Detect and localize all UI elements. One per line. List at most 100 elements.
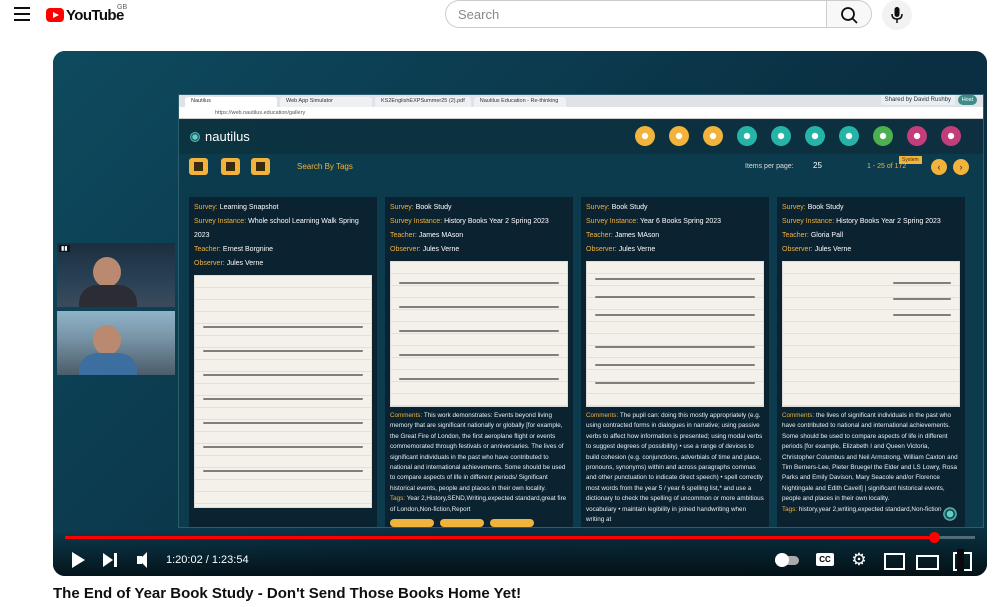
app-nav-icon[interactable] <box>941 126 961 146</box>
survey-instance-label: Survey Instance: <box>782 218 835 225</box>
app-nav-icon[interactable] <box>635 126 655 146</box>
prev-page-button[interactable]: ‹ <box>931 159 947 175</box>
teacher-value: Ernest Borgnine <box>222 246 274 253</box>
comments-label: Comments: <box>586 412 619 419</box>
comments-text: The pupil can: doing this mostly appropr… <box>586 412 764 524</box>
next-page-button[interactable]: › <box>953 159 969 175</box>
progress-bar[interactable] <box>65 532 975 543</box>
video-camera-icon <box>256 162 265 171</box>
video-player[interactable]: ▮▮ Nautilus Web App Simulator KS2English… <box>53 51 987 576</box>
survey-value: Book Study <box>807 204 844 211</box>
shared-screen: Nautilus Web App Simulator KS2EnglishEXP… <box>178 94 984 528</box>
app-nav-icon[interactable] <box>737 126 757 146</box>
player-controls: 1:20:02 / 1:23:54 ⚙ <box>53 530 987 576</box>
observer-label: Observer: <box>586 246 617 253</box>
work-sample-image[interactable] <box>586 261 764 407</box>
tags-label: Tags: <box>782 505 798 513</box>
gallery-card[interactable]: Survey: Learning Snapshot Survey Instanc… <box>189 197 377 527</box>
items-per-page-select[interactable]: 25 <box>813 161 822 170</box>
app-nav-icon[interactable] <box>839 126 859 146</box>
card-action-button[interactable] <box>490 519 534 527</box>
work-sample-image[interactable] <box>782 261 960 407</box>
browser-tab: Nautilus <box>185 97 277 107</box>
observer-label: Observer: <box>194 260 225 267</box>
volume-button[interactable] <box>135 550 155 570</box>
card-action-button[interactable] <box>390 519 434 527</box>
search-button[interactable] <box>826 0 872 28</box>
comments-label: Comments: <box>390 412 423 419</box>
presenter-body <box>79 353 137 375</box>
voice-search-button[interactable] <box>882 0 912 30</box>
presenter-head <box>93 257 121 287</box>
miniplayer-button[interactable] <box>883 550 905 570</box>
gallery-card[interactable]: Survey: Book Study Survey Instance: Hist… <box>385 197 573 527</box>
settings-button[interactable]: ⚙ <box>849 550 869 570</box>
fullscreen-button[interactable] <box>951 549 972 571</box>
gallery-toolbar: Search By Tags Items per page: 25 1 - 25… <box>179 154 983 178</box>
work-sample-image[interactable] <box>194 275 372 508</box>
time-total: 1:23:54 <box>211 554 249 566</box>
progress-played <box>65 536 934 539</box>
play-button[interactable] <box>69 550 89 570</box>
browser-tab: Web App Simulator <box>280 97 372 107</box>
app-navbar: nautilus System <box>179 119 983 164</box>
presenter-head <box>93 325 121 355</box>
card-comments: Comments: The pupil can: doing this most… <box>581 407 769 527</box>
observer-label: Observer: <box>390 246 421 253</box>
card-comments: Comments: This work demonstrates: Events… <box>385 407 573 519</box>
app-nav-icon[interactable] <box>703 126 723 146</box>
browser-tab-strip: Nautilus Web App Simulator KS2EnglishEXP… <box>179 95 983 107</box>
survey-instance-value: History Books Year 2 Spring 2023 <box>836 218 941 225</box>
search-icon <box>841 7 858 24</box>
teacher-label: Teacher: <box>194 246 221 253</box>
autoplay-toggle[interactable] <box>775 550 799 570</box>
time-display: 1:20:02 / 1:23:54 <box>166 554 249 566</box>
survey-instance-label: Survey Instance: <box>194 218 247 225</box>
next-button[interactable] <box>101 550 121 570</box>
card-actions <box>390 519 534 527</box>
card-meta: Survey: Learning Snapshot Survey Instanc… <box>189 197 377 275</box>
app-nav-icon[interactable] <box>669 126 689 146</box>
search-by-tags-input[interactable]: Search By Tags <box>297 162 353 171</box>
gallery-cards: Survey: Learning Snapshot Survey Instanc… <box>189 197 975 527</box>
gear-icon: ⚙ <box>851 550 867 569</box>
presenter-body <box>79 285 137 307</box>
survey-value: Book Study <box>415 204 452 211</box>
subtitles-button[interactable] <box>815 550 835 570</box>
teacher-value: James MAson <box>418 232 464 239</box>
items-per-page-label: Items per page: <box>745 163 794 170</box>
video-button[interactable] <box>251 158 270 175</box>
search-input[interactable] <box>446 1 827 27</box>
work-sample-image[interactable] <box>390 261 568 407</box>
shared-by-banner: Shared by David Rushby <box>880 95 955 105</box>
app-nav-icon[interactable] <box>771 126 791 146</box>
browser-tab: Nautilus Education - Re-thinking <box>473 97 566 107</box>
survey-label: Survey: <box>782 204 806 211</box>
webcam-feeds: ▮▮ <box>57 243 175 379</box>
tags-text: Year 2,History,SEND,Writing,expected sta… <box>390 495 567 513</box>
menu-icon[interactable] <box>14 7 30 21</box>
photo-button[interactable] <box>221 158 240 175</box>
survey-instance-value: History Books Year 2 Spring 2023 <box>444 218 549 225</box>
youtube-play-icon <box>46 8 64 22</box>
time-current: 1:20:02 <box>166 554 203 566</box>
tags-label: Tags: <box>390 495 406 503</box>
teacher-value: Gloria Pall <box>810 232 844 239</box>
app-nav-icon[interactable] <box>805 126 825 146</box>
app-nav-icon[interactable] <box>873 126 893 146</box>
filter-button[interactable] <box>189 158 208 175</box>
card-comments: Comments: the lives of significant indiv… <box>777 407 965 519</box>
gallery-card[interactable]: Survey: Book Study Survey Instance: Year… <box>581 197 769 527</box>
observer-value: Jules Verne <box>226 260 264 267</box>
gallery-card[interactable]: Survey: Book Study Survey Instance: Hist… <box>777 197 965 527</box>
webcam-tag: ▮▮ <box>59 245 70 252</box>
app-nav-icon[interactable] <box>907 126 927 146</box>
scrubber-handle[interactable] <box>928 532 940 543</box>
nautilus-logo-icon <box>189 130 201 143</box>
nautilus-corner-icon <box>941 505 959 523</box>
card-action-button[interactable] <box>440 519 484 527</box>
youtube-logo[interactable]: YouTube <box>46 6 124 24</box>
app-nav-icons <box>635 126 961 146</box>
theater-mode-button[interactable] <box>916 550 939 570</box>
host-badge: Host <box>957 95 977 105</box>
